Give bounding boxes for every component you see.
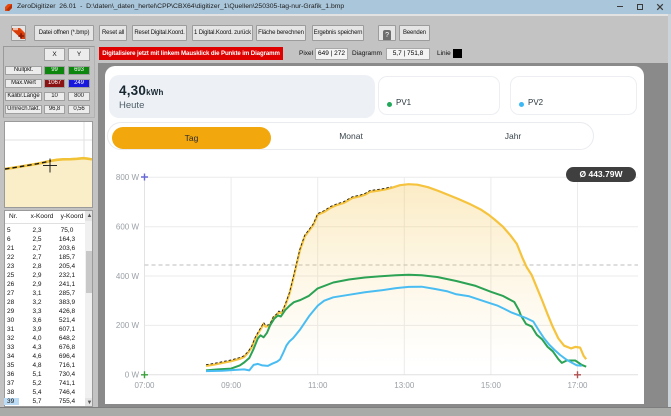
svg-text:800 W: 800 W	[116, 173, 140, 182]
svg-text:400 W: 400 W	[116, 272, 140, 281]
svg-text:200 W: 200 W	[116, 321, 140, 330]
svg-text:07:00: 07:00	[134, 381, 155, 390]
svg-text:0 W: 0 W	[125, 371, 140, 380]
svg-text:09:00: 09:00	[221, 381, 242, 390]
svg-text:15:00: 15:00	[481, 381, 502, 390]
svg-text:600 W: 600 W	[116, 223, 140, 232]
svg-text:17:00: 17:00	[567, 381, 588, 390]
svg-text:13:00: 13:00	[394, 381, 415, 390]
svg-text:11:00: 11:00	[308, 381, 328, 390]
